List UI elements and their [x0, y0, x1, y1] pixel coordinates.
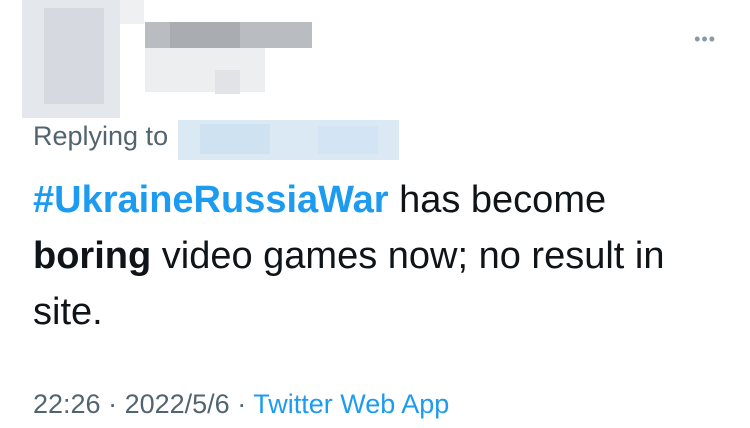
hashtag-link[interactable]: #UkraineRussiaWar [33, 179, 389, 221]
tweet: ••• Replying to #UkraineRussiaWar has be… [0, 0, 750, 428]
avatar-pixel [120, 0, 144, 24]
tweet-date[interactable]: 2022/5/6 [125, 389, 230, 419]
meta-separator: · [100, 389, 125, 419]
more-options-icon[interactable]: ••• [694, 30, 716, 48]
avatar-pixel [44, 8, 104, 104]
handle-pixel [215, 70, 240, 94]
meta-separator: · [229, 389, 254, 419]
tweet-text: #UkraineRussiaWar has become boring vide… [33, 172, 723, 340]
tweet-source-link[interactable]: Twitter Web App [253, 389, 449, 419]
replying-to-label: Replying to [33, 121, 169, 151]
name-pixel [170, 22, 240, 48]
tweet-meta: 22:26 · 2022/5/6 · Twitter Web App [33, 389, 449, 420]
tweet-time[interactable]: 22:26 [33, 389, 101, 419]
handle-pixel [145, 48, 265, 92]
tweet-text-part: has become [388, 179, 607, 221]
tweet-bold-word: boring [33, 235, 152, 277]
replying-to-handle-redacted[interactable] [178, 120, 399, 160]
